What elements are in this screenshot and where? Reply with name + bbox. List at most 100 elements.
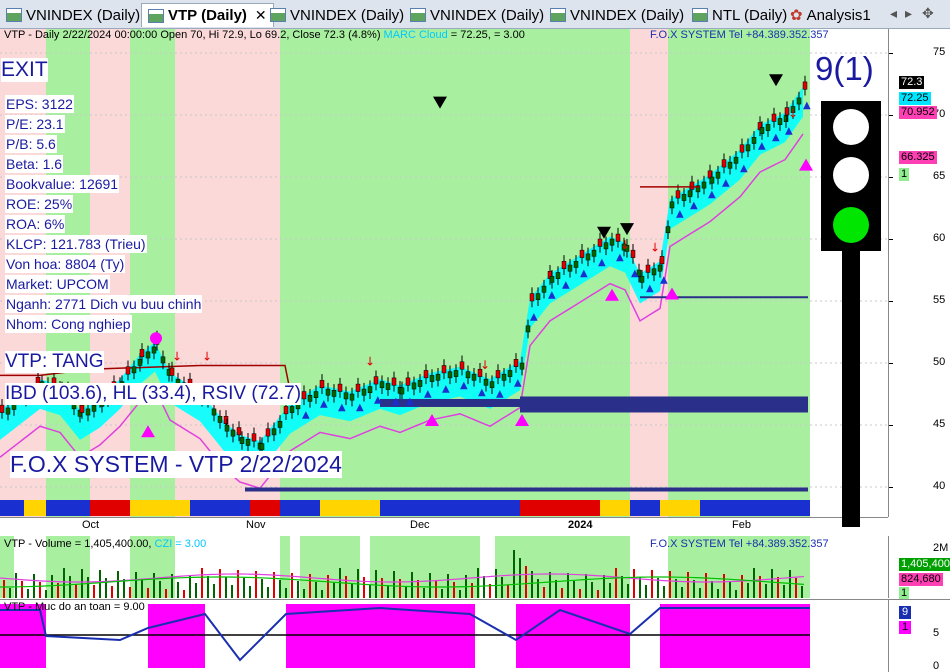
down-arrow-marker: ↓: [788, 106, 798, 120]
down-arrow-marker: ↓: [172, 350, 182, 364]
date-label: 2024: [568, 519, 593, 531]
down-arrow-marker: ↓: [650, 240, 660, 254]
up-arrow-marker: ▲: [374, 395, 382, 406]
candle: [355, 383, 361, 392]
up-arrow-marker: ▲: [424, 388, 432, 399]
fundamental-line: Bookvalue: 12691: [5, 175, 120, 193]
trend-strip-segment: [110, 500, 130, 516]
candle: [471, 373, 477, 381]
tab-6[interactable]: NTL (Daily): [686, 3, 793, 27]
fundamental-line: Beta: 1.6: [5, 155, 64, 173]
candle: [777, 118, 783, 125]
candle: [245, 439, 251, 446]
candle: [211, 408, 217, 416]
candle: [745, 144, 751, 152]
candle: [447, 371, 453, 379]
trend-label: VTP: TANG: [5, 351, 104, 373]
up-arrow-marker: ▲: [442, 384, 450, 395]
fundamental-line: Market: UPCOM: [5, 275, 110, 293]
candle: [0, 404, 5, 413]
trend-strip-segment: [250, 500, 280, 516]
candle: [669, 201, 675, 209]
tab-1[interactable]: VNINDEX (Daily): [0, 3, 146, 27]
up-arrow-marker: ▲: [580, 268, 588, 279]
candle: [739, 144, 745, 153]
candle: [307, 394, 313, 402]
chevron-left-icon[interactable]: ◂: [890, 5, 897, 22]
trend-strip-segment: [630, 500, 660, 516]
candle: [236, 427, 242, 436]
traffic-light: [821, 101, 881, 251]
candle: [675, 190, 681, 199]
candle: [727, 161, 733, 169]
trend-strip-segment: [600, 500, 630, 516]
up-arrow-marker: ▲: [646, 283, 654, 294]
candle: [639, 275, 645, 283]
date-axis: Oct Nov Dec 2024 Feb: [0, 517, 888, 537]
candle: [259, 443, 265, 451]
fundamental-line: P/E: 23.1: [5, 115, 65, 133]
candle: [331, 390, 337, 397]
candle: [319, 380, 325, 389]
tab-label: VNINDEX (Daily): [430, 6, 545, 24]
tab-7[interactable]: ✿ Analysis1: [784, 3, 877, 27]
price-tag: 72.25: [899, 92, 931, 105]
up-arrow-marker: ▲: [338, 402, 346, 413]
price-tick: 50: [933, 356, 946, 368]
trend-strip-segment: [190, 500, 250, 516]
candle: [151, 346, 157, 354]
tab-3[interactable]: VNINDEX (Daily): [264, 3, 410, 27]
candle: [567, 264, 573, 272]
up-arrow-marker: ▲: [460, 380, 468, 391]
up-arrow-marker: ▲: [722, 178, 730, 189]
safety-axis[interactable]: 5 0 9 1: [888, 599, 950, 672]
candle: [489, 381, 495, 389]
price-tick: 45: [933, 418, 946, 430]
candle: [405, 377, 411, 386]
price-tag: 1: [899, 168, 910, 181]
candle: [687, 190, 693, 198]
volume-tick: 2M: [933, 542, 949, 554]
candle: [665, 226, 671, 234]
down-arrow-marker: ↓: [365, 354, 375, 368]
chart-icon: [692, 8, 708, 22]
price-chart[interactable]: ▲ ▲ ▲ ▲ ▲ ▲ ▲ ▲ ▲ ▲ ▲ ▲ ▲ ▲ ▲ ▲ ▲ ▲ ▲ ▲ ▲ ▲ ▲ ▲ ▲ ▲ ▲ ▲ ▲ ▲ ▲ ↓ ↓ ↓ ↓ ↓ ↓ ↓: [0, 29, 888, 517]
price-header: VTP - Daily 2/22/2024 00:00:00 Open 70, …: [4, 29, 525, 41]
candle: [277, 421, 283, 428]
safety-zone: [148, 604, 205, 668]
safety-tag: 1: [899, 621, 912, 634]
candle: [483, 378, 489, 386]
price-axis[interactable]: 75 70 65 60 55 50 45 40 72.3 72.25 70.952 66.325 1: [888, 29, 950, 517]
tab-label: VNINDEX (Daily): [290, 6, 405, 24]
price-chart-pane[interactable]: ▲ ▲ ▲ ▲ ▲ ▲ ▲ ▲ ▲ ▲ ▲ ▲ ▲ ▲ ▲ ▲ ▲ ▲ ▲ ▲ ▲ ▲ ▲ ▲ ▲ ▲ ▲ ▲ ▲ ▲ ▲ ↓ ↓ ↓ ↓ ↓ ↓ ↓: [0, 29, 888, 517]
date-label: Nov: [246, 519, 266, 531]
move-icon[interactable]: ✥: [922, 5, 934, 22]
tab-4[interactable]: VNINDEX (Daily): [404, 3, 550, 27]
up-arrow-marker: ▲: [392, 396, 400, 407]
tab-5[interactable]: VNINDEX (Daily): [544, 3, 690, 27]
fundamental-line: Nganh: 2771 Dich vu buu chinh: [5, 295, 203, 313]
candle: [5, 407, 11, 415]
trend-strip-segment: [130, 500, 190, 516]
fox-contact-volume: F.O.X SYSTEM Tel +84.389.352.357: [650, 538, 829, 550]
up-arrow-marker: ▲: [758, 140, 766, 151]
candle: [765, 124, 771, 131]
candle: [657, 264, 663, 272]
up-arrow-marker: ▲: [708, 189, 716, 200]
trend-zone: [668, 29, 810, 517]
volume-tag: 824,680: [899, 573, 943, 586]
signal-count: 9(1): [815, 50, 874, 87]
price-tag: 70.952: [899, 106, 937, 119]
chevron-right-icon[interactable]: ▸: [905, 5, 912, 22]
candle: [796, 97, 802, 105]
candle: [555, 272, 561, 279]
safety-header: VTP - Muc do an toan = 9.00: [4, 601, 145, 613]
safety-zone: [660, 604, 810, 668]
candle: [125, 366, 131, 375]
candle: [549, 275, 555, 283]
signal-dot: [150, 332, 162, 345]
volume-axis[interactable]: 2M 1,405,400 824,680 1: [888, 536, 950, 600]
tick-mark: [889, 53, 893, 54]
price-tick: 40: [933, 480, 946, 492]
tab-2[interactable]: VTP (Daily) ✕: [141, 3, 274, 27]
